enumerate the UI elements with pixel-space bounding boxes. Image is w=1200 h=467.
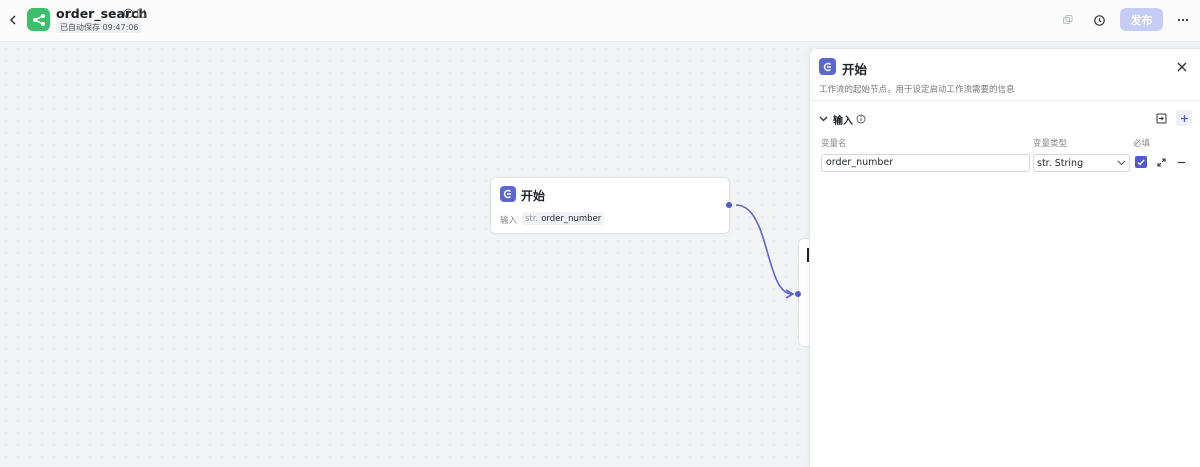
chevron-down-icon [1117,160,1126,166]
variable-type-value: str. String [1037,157,1084,169]
variable-type: str. [525,213,539,224]
check-icon [1137,159,1145,166]
info-icon[interactable] [856,114,866,124]
column-header-type: 变量类型 [1033,139,1068,149]
column-header-required: 必填 [1133,139,1151,149]
variable-type-select[interactable]: str. String [1033,154,1130,172]
close-icon [1177,62,1187,72]
node-config-panel: 开始 工作流的起始节点，用于设定启动工作流需要的信息 输入 变量名 变量类型 必… [809,48,1200,467]
remove-variable-button[interactable] [1175,156,1187,168]
variable-chip: str. order_number [522,212,605,225]
plus-icon [1180,114,1188,122]
panel-title: 开始 [842,62,868,77]
start-node-icon [819,58,836,75]
section-label: 输入 [833,115,853,127]
start-node-icon [500,186,516,202]
add-variable-button[interactable] [1176,110,1192,126]
import-icon [1156,113,1166,123]
node-title: 开始 [521,189,546,203]
divider [810,100,1200,101]
input-port[interactable] [795,291,801,297]
input-section-toggle[interactable]: 输入 [819,112,866,127]
expand-icon [1156,157,1166,167]
variable-name-input[interactable]: order_number [821,154,1030,172]
output-port[interactable] [726,202,732,208]
node-input-label: 输入 [500,216,518,226]
import-variable-button[interactable] [1153,110,1169,126]
chevron-down-icon [819,116,828,122]
variable-name: order_number [541,213,602,224]
start-node[interactable]: 开始 输入 str. order_number [490,177,730,234]
close-button[interactable] [1174,59,1190,75]
expand-button[interactable] [1155,156,1167,168]
column-header-name: 变量名 [821,139,847,149]
minus-icon [1177,161,1185,163]
panel-description: 工作流的起始节点，用于设定启动工作流需要的信息 [819,85,1015,95]
required-checkbox[interactable] [1135,156,1147,168]
